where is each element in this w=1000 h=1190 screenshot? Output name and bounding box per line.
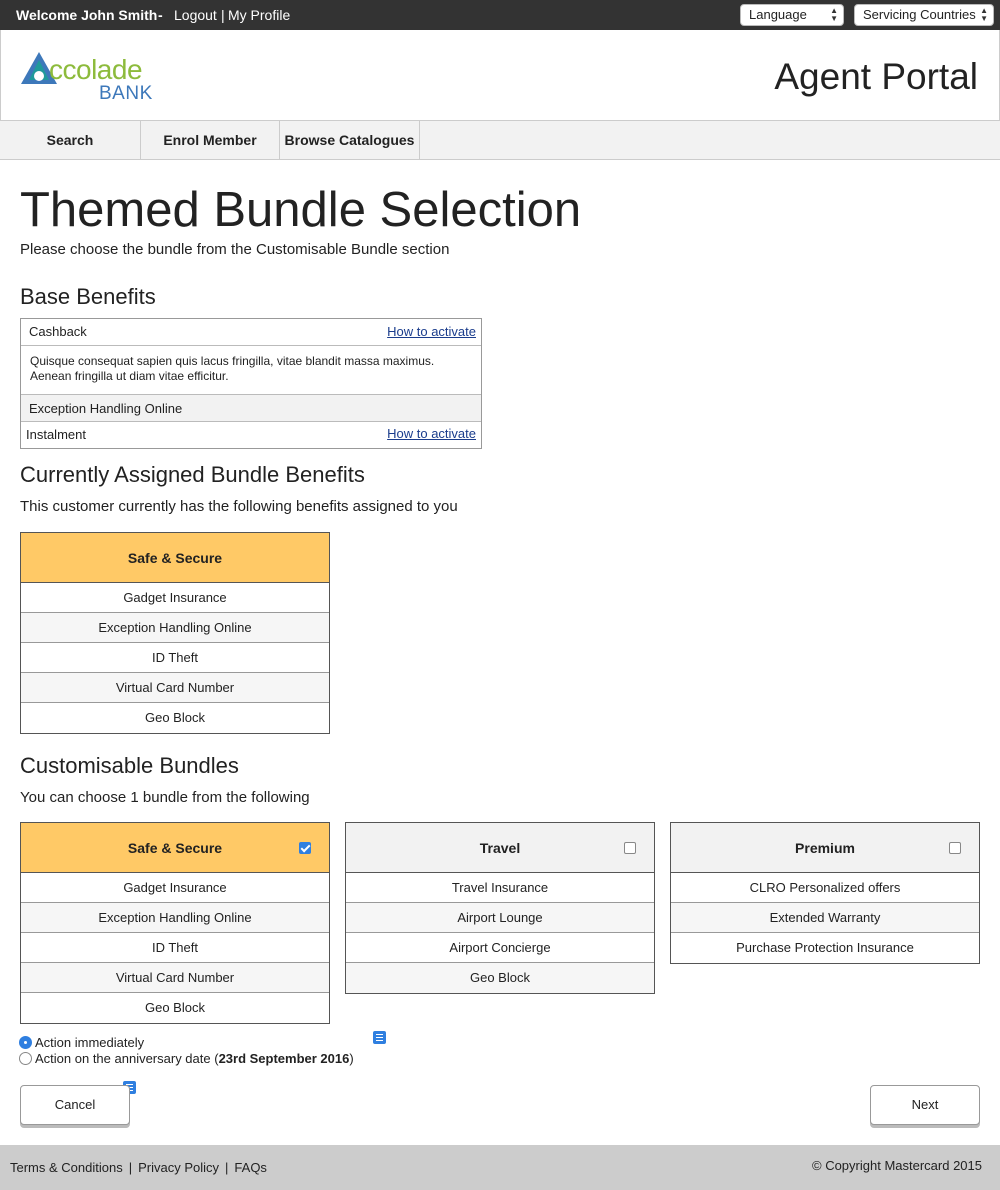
top-bar: Welcome John Smith - Logout | My Profile… — [0, 0, 1000, 30]
bundle-item: Gadget Insurance — [21, 873, 329, 903]
annotation-note-icon[interactable] — [373, 1031, 386, 1044]
bundle-card-premium[interactable]: Premium CLRO Personalized offers Extende… — [670, 822, 980, 964]
accolade-bank-logo[interactable]: ccolade BANK — [21, 50, 161, 104]
bundle-item: Geo Block — [346, 963, 654, 993]
faqs-link[interactable]: FAQs — [234, 1160, 267, 1175]
bundle-checkbox[interactable] — [624, 842, 636, 854]
copyright-text: © Copyright Mastercard 2015 — [812, 1158, 982, 1173]
radio-label: Action immediately — [35, 1035, 145, 1050]
nav-search[interactable]: Search — [0, 121, 141, 159]
logout-link[interactable]: Logout — [174, 7, 217, 23]
bundle-item: Purchase Protection Insurance — [671, 933, 979, 963]
bundle-item: Virtual Card Number — [21, 673, 329, 703]
radio-button[interactable] — [19, 1052, 32, 1065]
nav-enrol-member[interactable]: Enrol Member — [141, 121, 280, 159]
how-to-activate-link[interactable]: How to activate — [387, 426, 476, 441]
how-to-activate-link[interactable]: How to activate — [387, 324, 476, 339]
language-select[interactable]: Language ▲ ▼ — [740, 4, 844, 26]
bundle-card-travel[interactable]: Travel Travel Insurance Airport Lounge A… — [345, 822, 655, 994]
customisable-bundles-text: You can choose 1 bundle from the followi… — [20, 789, 310, 806]
bundle-header: Travel — [346, 823, 654, 873]
bundle-title: Safe & Secure — [127, 840, 223, 856]
radio-label-prefix: Action on the anniversary date ( — [35, 1051, 219, 1066]
topbar-separator: | — [221, 7, 225, 23]
base-benefits-table: Cashback How to activate Quisque consequ… — [20, 318, 482, 449]
anniversary-date: 23rd September 2016 — [218, 1051, 350, 1066]
benefit-label: Instalment — [26, 427, 86, 442]
bundle-checkbox[interactable] — [949, 842, 961, 854]
language-select-value: Language — [749, 7, 807, 22]
bundle-item: Travel Insurance — [346, 873, 654, 903]
select-arrows-icon: ▲ ▼ — [830, 6, 838, 23]
bundle-item: ID Theft — [21, 643, 329, 673]
portal-title: Agent Portal — [774, 56, 978, 97]
bundle-item: Geo Block — [21, 993, 329, 1023]
bundle-title: Travel — [479, 840, 521, 856]
bundle-item: Extended Warranty — [671, 903, 979, 933]
base-benefit-row: Cashback How to activate — [21, 319, 481, 346]
servicing-countries-select[interactable]: Servicing Countries ▲ ▼ — [854, 4, 994, 26]
action-immediately-option[interactable]: Action immediately — [19, 1035, 144, 1050]
site-header: ccolade BANK Agent Portal — [0, 30, 1000, 120]
welcome-text: Welcome John Smith — [16, 7, 158, 23]
logo-bank-text: BANK — [99, 83, 153, 104]
bundle-item: CLRO Personalized offers — [671, 873, 979, 903]
main-nav: Search Enrol Member Browse Catalogues — [0, 120, 1000, 160]
footer-separator: | — [225, 1160, 229, 1175]
customisable-bundles-heading: Customisable Bundles — [20, 753, 239, 778]
base-benefit-row: Instalment How to activate — [21, 422, 481, 448]
bundle-item: Geo Block — [21, 703, 329, 733]
benefit-label: Cashback — [29, 324, 87, 339]
terms-link[interactable]: Terms & Conditions — [10, 1160, 123, 1175]
footer-links: Terms & Conditions | Privacy Policy | FAQs — [10, 1160, 267, 1175]
page-title: Themed Bundle Selection — [20, 183, 582, 237]
bundle-item: Airport Lounge — [346, 903, 654, 933]
assigned-bundle-text: This customer currently has the followin… — [20, 498, 458, 515]
bundle-title: Safe & Secure — [21, 533, 329, 583]
bundle-title: Premium — [795, 840, 855, 856]
site-footer: Terms & Conditions | Privacy Policy | FAQs ©… — [0, 1145, 1000, 1190]
bundle-item: Exception Handling Online — [21, 903, 329, 933]
bundle-header: Safe & Secure — [21, 823, 329, 873]
benefit-label: Exception Handling Online — [29, 401, 183, 416]
my-profile-link[interactable]: My Profile — [228, 7, 290, 23]
bundle-item: Airport Concierge — [346, 933, 654, 963]
next-button[interactable]: Next — [870, 1085, 980, 1125]
bundle-card-safe-secure[interactable]: Safe & Secure Gadget Insurance Exception… — [20, 822, 330, 1024]
bundle-item: Exception Handling Online — [21, 613, 329, 643]
bundle-item: Virtual Card Number — [21, 963, 329, 993]
bundle-item: ID Theft — [21, 933, 329, 963]
welcome-dash: - — [158, 7, 163, 23]
cancel-button[interactable]: Cancel — [20, 1085, 130, 1125]
base-benefits-heading: Base Benefits — [20, 284, 156, 309]
footer-separator: | — [128, 1160, 133, 1175]
assigned-bundle-heading: Currently Assigned Bundle Benefits — [20, 462, 365, 487]
bundle-header: Premium — [671, 823, 979, 873]
action-anniversary-option[interactable]: Action on the anniversary date (23rd Sep… — [19, 1051, 354, 1066]
countries-select-value: Servicing Countries — [863, 7, 976, 22]
benefit-description: Quisque consequat sapien quis lacus frin… — [30, 354, 435, 383]
base-benefit-description-row: Quisque consequat sapien quis lacus frin… — [21, 346, 481, 395]
select-arrows-icon: ▲ ▼ — [980, 6, 988, 23]
nav-browse-catalogues[interactable]: Browse Catalogues — [280, 121, 420, 159]
radio-label-suffix: ) — [349, 1051, 354, 1066]
page-subtitle: Please choose the bundle from the Custom… — [20, 241, 450, 258]
bundle-checkbox[interactable] — [299, 842, 311, 854]
assigned-bundle-card: Safe & Secure Gadget Insurance Exception… — [20, 532, 330, 734]
logo-wordmark: ccolade — [49, 54, 143, 85]
base-benefit-row: Exception Handling Online — [21, 395, 481, 422]
privacy-policy-link[interactable]: Privacy Policy — [138, 1160, 219, 1175]
bundle-item: Gadget Insurance — [21, 583, 329, 613]
radio-button[interactable] — [19, 1036, 32, 1049]
